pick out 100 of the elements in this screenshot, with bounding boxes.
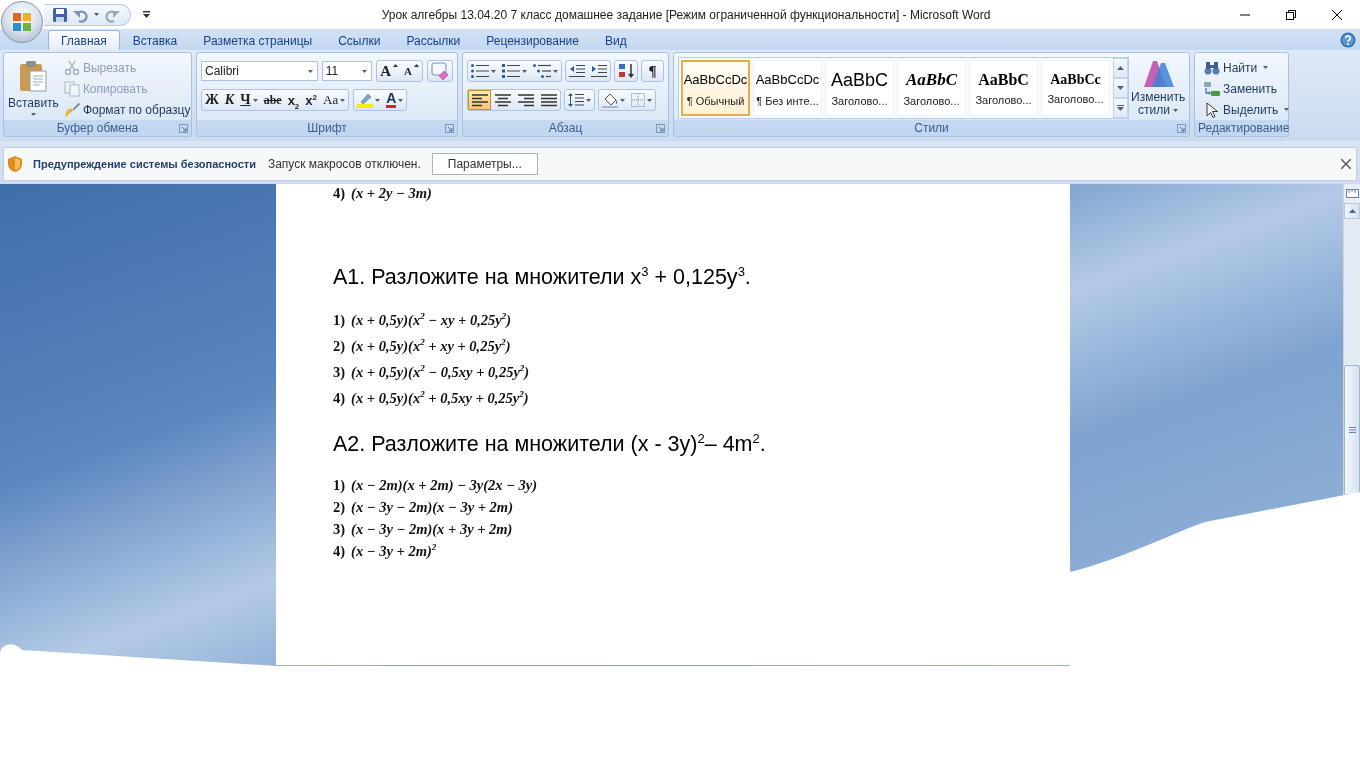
caret-icon [620,98,625,102]
strikethrough-button[interactable]: abe [260,90,285,110]
group-label: Шрифт [307,121,347,135]
caret-icon [307,69,313,73]
caret-icon [647,98,652,102]
help-icon[interactable] [1340,31,1356,48]
close-icon[interactable] [1341,159,1351,169]
eraser-icon [431,62,449,80]
caret-icon [414,64,419,67]
multilevel-list-button[interactable] [530,61,561,81]
math-expression: (x − 3y − 2m)(x − 3y + 2m) [351,498,513,517]
window-title: Урок алгебры 13.04.20 7 класс домашнее задание [Режим ограниченной функциональности] - Microsoft Word [381,7,991,22]
paste-button[interactable]: Вставить [8,57,59,120]
gallery-more-button[interactable] [1113,98,1128,118]
caret-icon [393,64,399,67]
numbered-list-icon [502,64,520,78]
squares-logo-icon [11,11,33,33]
math-expression: (x + 2y − 3m) [351,184,432,202]
font-size-field[interactable]: 11 [321,61,373,81]
math-expression: (x + 0,5y)(x$^{2}$ + 0,5xy + 0,25y$^{2}$) [351,388,529,408]
office-button[interactable] [1,1,43,43]
bulleted-list-icon [471,64,489,78]
warning-message: Запуск макросов отключен. [267,157,421,171]
style-gallery-item[interactable]: AaBbCcDc ¶ Без инте... [753,60,822,116]
shrink-font-button[interactable]: A [401,61,422,81]
select-button[interactable]: Выделить [1202,99,1292,120]
scrollbar-thumb[interactable] [1344,365,1360,495]
caret-icon [553,69,558,73]
style-gallery-item[interactable]: AaBbC Заголово... [897,60,966,116]
bold-button[interactable]: Ж [202,90,222,110]
find-button[interactable]: Найти [1202,57,1292,78]
math-expression: (x + 0,5y)(x$^{2}$ − xy + 0,25y$^{2}$) [351,310,512,330]
group-label: Редактирование [1198,121,1290,135]
subscript-button[interactable]: x$_{2}$ [284,90,303,110]
caret-icon [398,98,404,102]
gallery-down-button[interactable] [1113,78,1128,98]
scroll-up-button[interactable] [1344,203,1360,219]
increase-indent-icon [591,64,607,78]
clear-formatting-button[interactable] [427,60,453,82]
ribbon-tab[interactable]: Вставка [119,30,191,50]
style-gallery-item[interactable]: AaBbC Заголово... [969,60,1038,116]
ribbon-tab[interactable]: Вид [591,30,640,50]
option-number: 2) [333,498,346,517]
caret-icon [252,98,258,102]
dialog-launcher-icon[interactable] [179,123,188,133]
caret-icon [340,98,346,102]
math-expression: (x − 3y + 2m)$^{2}$ [351,541,437,561]
line-spacing-button[interactable] [564,89,595,111]
ribbon-tab[interactable]: Рецензирование [473,30,592,50]
down-arrow-icon [1117,86,1124,90]
ribbon-tab[interactable]: Главная [48,30,120,50]
sort-button[interactable] [614,60,638,82]
replace-icon [1204,80,1220,97]
replace-button[interactable]: Заменить [1202,78,1292,99]
gallery-up-button[interactable] [1113,58,1128,78]
show-marks-button[interactable]: ¶ [641,60,664,82]
group-label: Стили [914,121,949,135]
group-label: Буфер обмена [56,121,139,135]
ribbon-tab[interactable]: Рассылки [393,30,474,50]
option-number: 4) [333,184,346,202]
ruler-toggle-icon[interactable] [1345,187,1359,200]
math-expression: (x + 0,5y)(x$^{2}$ + xy + 0,25y$^{2}$) [351,336,511,356]
change-styles-button[interactable]: Изменить стили [1131,57,1186,120]
paint-bucket-icon [602,92,618,108]
style-gallery-item[interactable]: AaBbCcDc ¶ Обычный [681,60,750,116]
align-left-button[interactable] [468,90,491,110]
caret-icon [94,13,99,16]
superscript-button[interactable]: x$^{2}$ [302,90,320,110]
italic-button[interactable]: К [221,90,238,110]
customize-menu-icon[interactable] [143,11,150,18]
paintbrush-icon [63,101,80,118]
bullets-button[interactable] [468,61,499,81]
caret-icon [1173,109,1179,113]
dialog-launcher-icon[interactable] [656,123,665,133]
task-heading: A1. Разложите на множители x$^{3}$ + 0,125y$^{3}$. [333,264,751,290]
style-gallery-item[interactable]: AaBbC Заголово... [825,60,894,116]
save-icon[interactable] [52,6,68,23]
option-number: 4) [333,542,346,561]
style-gallery-item[interactable]: AaBbCc Заголово... [1041,60,1110,116]
math-expression: (x − 3y − 2m)(x + 3y + 2m) [351,520,513,539]
underline-button[interactable]: Ч [237,90,261,110]
ribbon-tab[interactable]: Ссылки [325,30,394,50]
caret-icon [1263,66,1269,69]
numbering-button[interactable] [499,61,530,81]
align-right-icon [517,93,534,107]
format-painter-button[interactable]: Формат по образцу [61,99,193,120]
up-arrow-icon [1117,66,1124,70]
font-name-field[interactable]: Calibri [201,61,318,81]
grip-icon [1348,427,1356,433]
dialog-launcher-icon[interactable] [445,123,454,133]
ribbon-tab[interactable]: Разметка страницы [190,30,326,50]
align-left-icon [471,93,488,107]
grow-font-button[interactable]: A [377,61,402,81]
align-center-icon [494,93,511,107]
change-case-button[interactable]: Aa [320,90,349,110]
highlighter-icon [357,92,374,108]
dialog-launcher-icon[interactable] [1177,123,1186,133]
options-button[interactable]: Параметры... [431,153,538,175]
font-color-button[interactable]: A [383,90,407,110]
shield-icon [8,156,22,172]
